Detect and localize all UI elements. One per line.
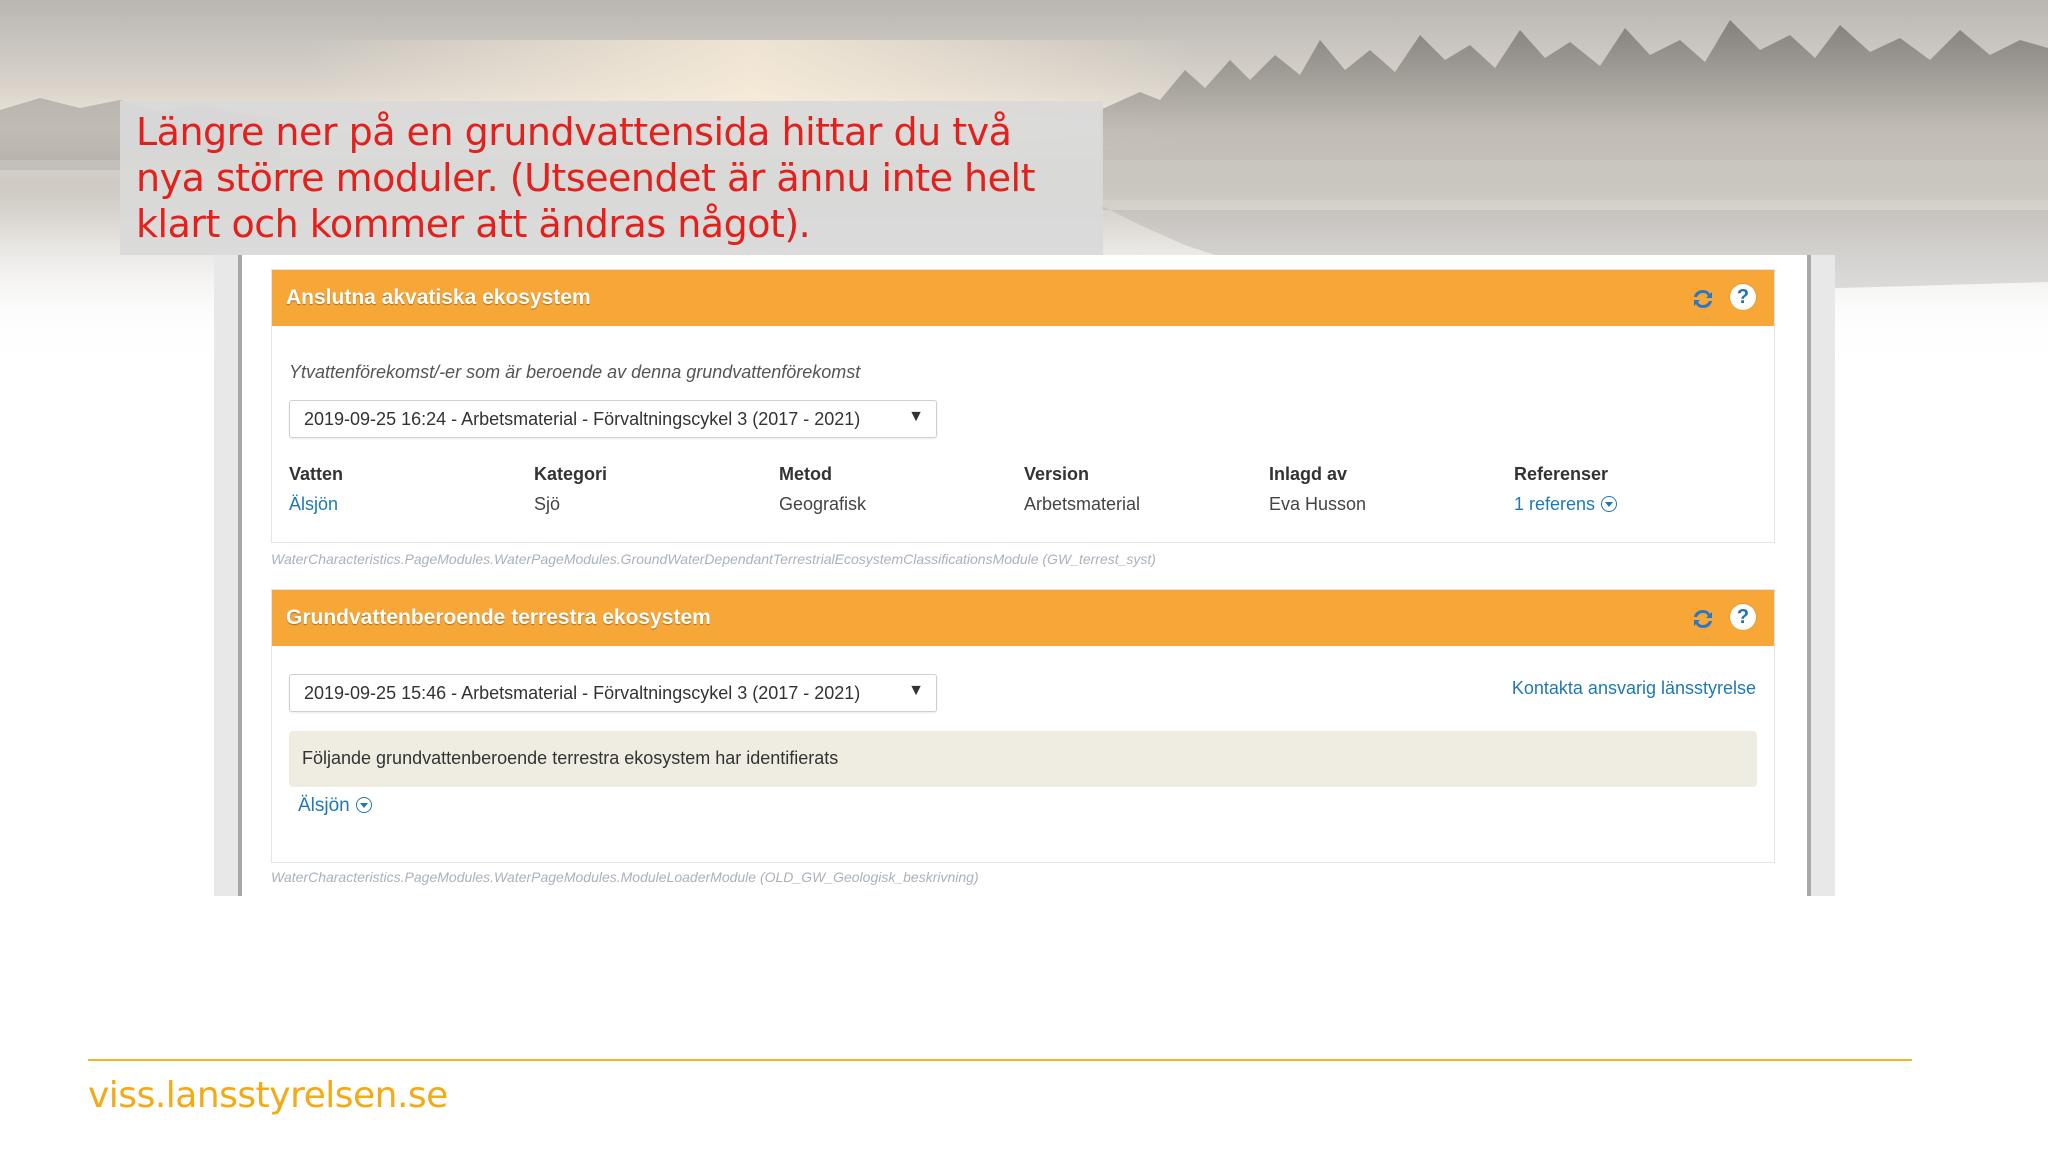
caret-down-icon: ▼ [908, 408, 924, 425]
callout-line-3: klart och kommer att ändras något). [136, 202, 811, 246]
module-anslutna-akvatiska-ekosystem: Anslutna akvatiska ekosystem ? Ytvattenf… [271, 269, 1775, 543]
column-metod: Metod Geografisk [779, 464, 866, 515]
footer-site-url: viss.lansstyrelsen.se [88, 1075, 448, 1116]
column-header: Metod [779, 464, 832, 484]
screenshot-panel: Anslutna akvatiska ekosystem ? Ytvattenf… [214, 255, 1835, 896]
panel-left-edge [238, 255, 242, 896]
info-box: Följande grundvattenberoende terrestra e… [289, 731, 1757, 787]
column-header: Inlagd av [1269, 464, 1348, 484]
references-toggle[interactable]: 1 referens [1514, 494, 1618, 515]
water-link[interactable]: Älsjön [289, 494, 343, 515]
column-value: Eva Husson [1269, 494, 1367, 514]
panel-right-margin [1811, 255, 1835, 896]
version-select-value: 2019-09-25 15:46 - Arbetsmaterial - Förv… [304, 683, 861, 703]
contact-county-link[interactable]: Kontakta ansvarig länsstyrelse [1512, 678, 1756, 699]
header-icons: ? [1686, 604, 1756, 632]
column-header: Version [1024, 464, 1090, 484]
column-value: Arbetsmaterial [1024, 494, 1141, 514]
module-title: Grundvattenberoende terrestra ekosystem [286, 606, 711, 629]
column-version: Version Arbetsmaterial [1024, 464, 1140, 515]
module-path-2: WaterCharacteristics.PageModules.WaterPa… [271, 869, 979, 885]
header-icons: ? [1686, 284, 1756, 312]
column-kategori: Kategori Sjö [534, 464, 607, 515]
column-vatten: Vatten Älsjön [289, 464, 343, 515]
refresh-icon[interactable] [1690, 606, 1716, 632]
expand-icon[interactable] [1601, 496, 1618, 512]
column-inlagd-av: Inlagd av Eva Husson [1269, 464, 1366, 515]
refresh-icon[interactable] [1690, 286, 1716, 312]
column-value: Geografisk [779, 494, 867, 514]
module-subtitle: Ytvattenförekomst/-er som är beroende av… [289, 362, 861, 382]
panel-right-edge [1807, 255, 1811, 896]
version-select[interactable]: 2019-09-25 16:24 - Arbetsmaterial - Förv… [289, 400, 937, 438]
callout-box: Längre ner på en grundvattensida hittar … [120, 101, 1103, 255]
ecosystem-item-link[interactable]: Älsjön [298, 795, 350, 816]
version-select-value: 2019-09-25 16:24 - Arbetsmaterial - Förv… [304, 409, 861, 429]
module-header: Grundvattenberoende terrestra ekosystem … [272, 590, 1774, 646]
module-path-1: WaterCharacteristics.PageModules.WaterPa… [271, 551, 1156, 567]
help-icon[interactable]: ? [1730, 284, 1756, 310]
expand-icon[interactable] [355, 797, 372, 813]
caret-down-icon: ▼ [908, 682, 924, 699]
ecosystem-item-toggle[interactable]: Älsjön [298, 795, 372, 817]
help-icon[interactable]: ? [1730, 604, 1756, 630]
footer-divider [88, 1059, 1912, 1061]
column-value: Sjö [534, 494, 561, 514]
panel-left-margin [214, 255, 238, 896]
column-referenser: Referenser 1 referens [1514, 464, 1618, 515]
version-select[interactable]: 2019-09-25 15:46 - Arbetsmaterial - Förv… [289, 674, 937, 712]
module-title: Anslutna akvatiska ekosystem [286, 286, 591, 309]
callout-line-2: nya större moduler. (Utseendet är ännu i… [136, 156, 1035, 200]
column-header: Vatten [289, 464, 344, 484]
module-header: Anslutna akvatiska ekosystem ? [272, 270, 1774, 326]
callout-line-1: Längre ner på en grundvattensida hittar … [136, 110, 1012, 154]
info-text: Följande grundvattenberoende terrestra e… [302, 748, 839, 768]
module-grundvattenberoende-terrestra-ekosystem: Grundvattenberoende terrestra ekosystem … [271, 589, 1775, 863]
column-header: Kategori [534, 464, 608, 484]
column-header: Referenser [1514, 464, 1609, 484]
references-link[interactable]: 1 referens [1514, 494, 1595, 514]
